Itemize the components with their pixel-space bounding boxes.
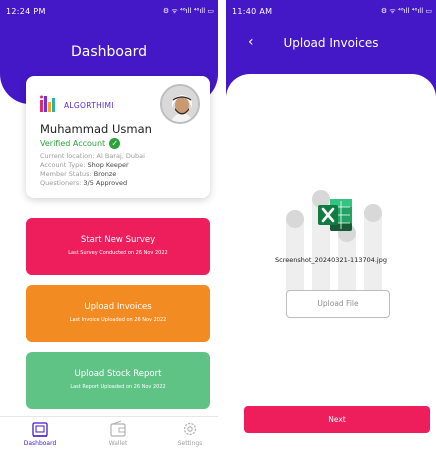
page-title-right: Upload Invoices <box>283 36 379 50</box>
avatar[interactable] <box>160 84 200 124</box>
questioners-row: Questioners: 3/5 Approved <box>40 179 127 187</box>
nav-label-settings: Settings <box>177 440 203 447</box>
member-status-row: Member Status: Bronze <box>40 170 116 178</box>
nav-item-dashboard[interactable]: Dashboard <box>10 420 70 447</box>
next-button[interactable]: Next <box>244 406 430 433</box>
upload-invoices-title: Upload Invoices <box>84 302 152 312</box>
upload-stock-report-subtitle: Last Report Uploaded on 26 Nov 2022 <box>70 384 166 390</box>
questioners-label: Questioners: <box>40 179 82 187</box>
account-type-label: Account Type: <box>40 161 86 169</box>
member-status-value: Bronze <box>93 170 117 178</box>
location-label: Current location: <box>40 152 95 160</box>
location-row: Current location: Al Baraj, Dubai <box>40 152 145 160</box>
status-icons: ⚙ ᯤ ⁴⁶ıll ⁴⁶ıll ▭ <box>0 4 218 18</box>
selected-file-name: Screenshot_20240321-113704.jpg <box>275 256 387 264</box>
account-type-row: Account Type: Shop Keeper <box>40 161 129 169</box>
nav-item-wallet[interactable]: Wallet <box>88 420 148 447</box>
nav-label-wallet: Wallet <box>108 440 128 447</box>
upload-invoices-screen: 11:40 AM ⚙ ᯤ ⁴⁶ıll ⁴⁶ıll ▭ ‹ Upload Invo… <box>226 0 436 456</box>
start-new-survey-button[interactable]: Start New Survey Last Survey Conducted o… <box>26 218 210 275</box>
start-new-survey-subtitle: Last Survey Conducted on 26 Nov 2022 <box>68 250 168 256</box>
wallet-icon <box>110 420 126 437</box>
dashboard-screen: 12:24 PM ⚙ ᯤ ⁴⁶ıll ⁴⁶ıll ▭ Dashboard ALG… <box>0 0 218 456</box>
dashboard-icon <box>32 422 48 437</box>
member-status-label: Member Status: <box>40 170 92 178</box>
verified-label: Verified Account <box>40 139 106 148</box>
logo-icon <box>40 95 55 112</box>
brand-name: ALGORTHIMI <box>64 101 114 110</box>
profile-card: ALGORTHIMI Muhammad Usman Verified Accou… <box>26 76 210 198</box>
nav-item-settings[interactable]: Settings <box>160 420 218 447</box>
user-photo <box>162 86 198 122</box>
settings-icon <box>183 422 197 436</box>
upload-file-button[interactable]: Upload File <box>286 290 390 318</box>
start-new-survey-title: Start New Survey <box>80 235 156 245</box>
location-value: Al Baraj, Dubai <box>96 152 145 160</box>
upload-invoices-button[interactable]: Upload Invoices Last Invoice Uploaded on… <box>26 285 210 342</box>
questioners-value: 3/5 Approved <box>83 179 128 187</box>
page-title: Dashboard <box>71 44 147 60</box>
excel-file-icon <box>318 199 352 231</box>
status-icons-right: ⚙ ᯤ ⁴⁶ıll ⁴⁶ıll ▭ <box>226 4 436 18</box>
user-name: Muhammad Usman <box>40 122 152 136</box>
nav-label-dashboard: Dashboard <box>23 440 57 447</box>
status-indicators-right: ⚙ ᯤ ⁴⁶ıll ⁴⁶ıll ▭ <box>380 6 432 15</box>
verified-check-icon: ✓ <box>109 138 121 149</box>
status-indicators: ⚙ ᯤ ⁴⁶ıll ⁴⁶ıll ▭ <box>162 6 214 15</box>
account-type-value: Shop Keeper <box>87 161 129 169</box>
bottom-nav: Dashboard Wallet Settings <box>0 416 218 456</box>
upload-stock-report-title: Upload Stock Report <box>74 369 162 379</box>
upload-stock-report-button[interactable]: Upload Stock Report Last Report Uploaded… <box>26 352 210 409</box>
upload-invoices-subtitle: Last Invoice Uploaded on 26 Nov 2022 <box>69 317 167 323</box>
verified-badge: Verified Account ✓ <box>40 138 121 149</box>
